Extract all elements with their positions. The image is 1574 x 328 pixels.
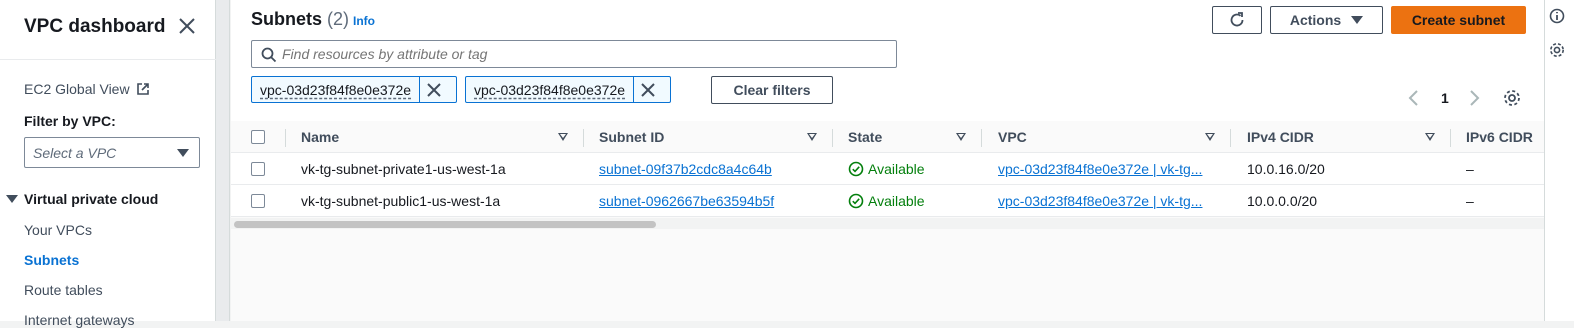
sort-icon[interactable] bbox=[558, 133, 568, 141]
column-divider[interactable] bbox=[285, 129, 286, 147]
close-icon[interactable] bbox=[177, 16, 197, 36]
vpc-link[interactable]: vpc-03d23f84f8e0e372e | vk-tg... bbox=[998, 161, 1216, 177]
status-badge: Available bbox=[848, 161, 925, 177]
column-divider[interactable] bbox=[1230, 129, 1231, 147]
close-icon[interactable] bbox=[420, 77, 448, 102]
filter-token: vpc-03d23f84f8e0e372e bbox=[251, 76, 457, 103]
filter-token-label: vpc-03d23f84f8e0e372e bbox=[252, 77, 421, 102]
check-circle-icon bbox=[848, 161, 864, 177]
cell-ipv6-cidr: – bbox=[1466, 193, 1474, 209]
create-subnet-button[interactable]: Create subnet bbox=[1391, 6, 1526, 34]
caret-down-icon bbox=[1351, 16, 1364, 24]
sort-icon[interactable] bbox=[1205, 133, 1215, 141]
sort-icon[interactable] bbox=[956, 133, 966, 141]
refresh-button[interactable] bbox=[1212, 6, 1262, 34]
filter-by-vpc-label: Filter by VPC: bbox=[24, 113, 116, 129]
search-input[interactable] bbox=[282, 45, 882, 63]
subnets-panel: Subnets (2) Info Actions Create subnet v… bbox=[231, 0, 1544, 321]
sidebar-item-internet-gateways[interactable]: Internet gateways bbox=[24, 312, 135, 328]
state-label: Available bbox=[868, 161, 925, 177]
refresh-icon bbox=[1230, 12, 1244, 27]
vpc-link[interactable]: vpc-03d23f84f8e0e372e | vk-tg... bbox=[998, 193, 1216, 209]
column-header-name[interactable]: Name bbox=[301, 129, 339, 145]
filter-token: vpc-03d23f84f8e0e372e bbox=[465, 76, 671, 103]
page-number[interactable]: 1 bbox=[1441, 90, 1449, 106]
table-row[interactable]: vk-tg-subnet-private1-us-west-1a subnet-… bbox=[231, 153, 1544, 185]
ec2-global-view-label: EC2 Global View bbox=[24, 81, 130, 97]
gear-icon[interactable] bbox=[1503, 89, 1521, 112]
close-icon[interactable] bbox=[634, 77, 662, 102]
caret-down-icon bbox=[177, 149, 189, 157]
search-icon bbox=[261, 47, 277, 63]
chevron-right-icon[interactable] bbox=[1467, 89, 1481, 112]
subnet-count: (2) bbox=[327, 9, 350, 29]
column-header-vpc[interactable]: VPC bbox=[998, 129, 1027, 145]
state-label: Available bbox=[868, 193, 925, 209]
cell-ipv4-cidr: 10.0.16.0/20 bbox=[1247, 161, 1325, 177]
page-title: Subnets (2) bbox=[251, 9, 349, 30]
check-circle-icon bbox=[848, 193, 864, 209]
caret-down-icon bbox=[6, 195, 18, 203]
chevron-left-icon[interactable] bbox=[1407, 89, 1421, 112]
section-virtual-private-cloud[interactable]: Virtual private cloud bbox=[6, 191, 158, 207]
sidebar-item-your-vpcs[interactable]: Your VPCs bbox=[24, 222, 92, 238]
sidebar-title: VPC dashboard bbox=[24, 16, 166, 37]
cell-ipv6-cidr: – bbox=[1466, 161, 1474, 177]
sidebar-resize-handle[interactable] bbox=[216, 0, 230, 321]
tools-panel-rail bbox=[1544, 0, 1574, 321]
search-field[interactable] bbox=[251, 40, 897, 68]
sort-icon[interactable] bbox=[1425, 133, 1435, 141]
ec2-global-view-link[interactable]: EC2 Global View bbox=[24, 81, 150, 99]
sidebar-divider bbox=[0, 59, 216, 60]
cell-name: vk-tg-subnet-private1-us-west-1a bbox=[301, 161, 506, 177]
filter-token-label: vpc-03d23f84f8e0e372e bbox=[466, 77, 635, 102]
column-divider[interactable] bbox=[583, 129, 584, 147]
column-header-subnet-id[interactable]: Subnet ID bbox=[599, 129, 664, 145]
sidebar-item-route-tables[interactable]: Route tables bbox=[24, 282, 103, 298]
gear-icon[interactable] bbox=[1549, 42, 1565, 58]
select-all-checkbox[interactable] bbox=[251, 130, 265, 144]
column-header-ipv4-cidr[interactable]: IPv4 CIDR bbox=[1247, 129, 1314, 145]
table-header-row: Name Subnet ID State VPC IPv4 CIDR IPv6 … bbox=[231, 121, 1544, 153]
row-checkbox[interactable] bbox=[251, 162, 265, 176]
subnet-id-link[interactable]: subnet-09f37b2cdc8a4c64b bbox=[599, 161, 772, 177]
scrollbar-thumb[interactable] bbox=[234, 221, 656, 228]
status-badge: Available bbox=[848, 193, 925, 209]
column-header-ipv6-cidr[interactable]: IPv6 CIDR bbox=[1466, 129, 1533, 145]
info-icon[interactable] bbox=[1549, 8, 1565, 24]
section-title: Virtual private cloud bbox=[24, 191, 159, 207]
info-link[interactable]: Info bbox=[353, 14, 375, 28]
cell-name: vk-tg-subnet-public1-us-west-1a bbox=[301, 193, 501, 209]
column-divider[interactable] bbox=[1450, 129, 1451, 147]
clear-filters-button[interactable]: Clear filters bbox=[711, 76, 833, 104]
column-divider[interactable] bbox=[832, 129, 833, 147]
subnet-id-link[interactable]: subnet-0962667be63594b5f bbox=[599, 193, 774, 209]
vpc-filter-placeholder: Select a VPC bbox=[33, 145, 117, 161]
table-row[interactable]: vk-tg-subnet-public1-us-west-1a subnet-0… bbox=[231, 185, 1544, 217]
external-link-icon bbox=[136, 82, 150, 99]
row-checkbox[interactable] bbox=[251, 194, 265, 208]
actions-label: Actions bbox=[1289, 12, 1342, 28]
column-divider[interactable] bbox=[981, 129, 982, 147]
cell-ipv4-cidr: 10.0.0.0/20 bbox=[1247, 193, 1318, 209]
sidebar-item-subnets[interactable]: Subnets bbox=[24, 252, 79, 268]
table-header-area: Subnets (2) Info Actions Create subnet v… bbox=[231, 0, 1544, 121]
subnets-table: Name Subnet ID State VPC IPv4 CIDR IPv6 … bbox=[231, 121, 1544, 321]
title-text: Subnets bbox=[251, 9, 323, 29]
column-header-state[interactable]: State bbox=[848, 129, 882, 145]
side-navigation: VPC dashboard EC2 Global View Filter by … bbox=[0, 0, 216, 328]
actions-button[interactable]: Actions bbox=[1270, 6, 1383, 34]
vpc-filter-select[interactable]: Select a VPC bbox=[24, 137, 200, 168]
sort-icon[interactable] bbox=[807, 133, 817, 141]
